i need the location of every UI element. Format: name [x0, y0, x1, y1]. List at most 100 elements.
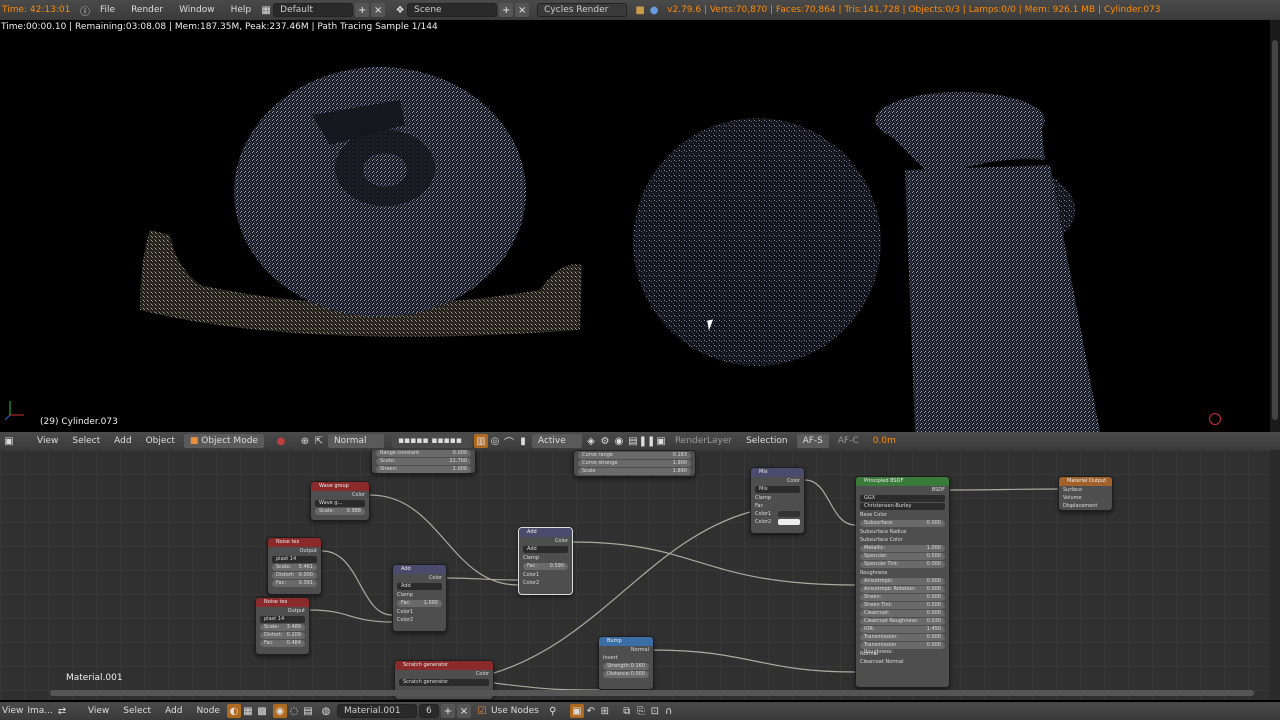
blend-mode-select[interactable]: Add — [397, 583, 442, 590]
scale-slider[interactable]: Scale: 0.988 — [315, 508, 365, 515]
pin-icon[interactable]: ⚲ — [546, 704, 560, 718]
node-header[interactable]: Add — [519, 528, 572, 537]
curve-strange-slider[interactable]: Curve strange 1.900 — [578, 460, 691, 467]
scale-slider[interactable]: Scale: 3.489 — [260, 624, 305, 631]
scene-field[interactable]: Scene — [407, 3, 498, 17]
menu-render[interactable]: Render — [123, 5, 171, 15]
magnet-icon[interactable]: ∩ — [662, 704, 676, 718]
viewport-scrollbar-thumb[interactable] — [1272, 40, 1278, 420]
editor-type-icon[interactable]: ⇄ — [55, 704, 69, 718]
snap-element-select[interactable]: Active — [531, 434, 582, 448]
fac-slider[interactable]: Fac: 0.590 — [523, 563, 568, 570]
node-material-output[interactable]: Material Output Surface Volume Displacem… — [1058, 476, 1113, 511]
node-header[interactable]: Noise tex — [256, 598, 309, 607]
node-add-1[interactable]: Add Color Add Clamp Fac: 1.000 Color1 Col… — [392, 564, 447, 632]
bsdf-input-row[interactable]: Clearcoat Normal — [856, 658, 949, 666]
scale-slider[interactable]: Scale: 21.700 — [376, 458, 471, 465]
remove-scene-button[interactable]: × — [515, 3, 530, 17]
opengl-render-icon[interactable]: ◈ — [584, 434, 598, 448]
sheen-slider[interactable]: Sheen: 1.000 — [376, 466, 471, 473]
bsdf-input-row[interactable]: Transmission: 0.000 — [860, 634, 945, 641]
node-header[interactable]: Noise tex — [268, 538, 321, 547]
bsdf-input-row[interactable]: Specular Tint: 0.000 — [860, 561, 945, 568]
use-nodes-checkbox-icon[interactable]: ☑ — [475, 704, 489, 718]
node-curve[interactable]: Curve range 0.183 Curve strange 1.900 Scal… — [573, 450, 696, 477]
bsdf-input-row[interactable]: Metallic: 1.000 — [860, 545, 945, 552]
menu-help[interactable]: Help — [223, 5, 260, 15]
compositing-type-icon[interactable]: ▩ — [255, 704, 269, 718]
node-header[interactable]: Wave group — [311, 482, 369, 491]
node-editor[interactable]: Range constant 0.000 Scale: 21.700 Sheen: 1… — [0, 450, 1270, 700]
distance-slider[interactable]: Distance: 0.000 — [603, 671, 649, 678]
texture-type-icon[interactable]: ▦ — [241, 704, 255, 718]
bsdf-input-row[interactable]: Anisotropic: 0.000 — [860, 578, 945, 585]
group-select[interactable]: Scratch generator — [399, 679, 489, 686]
lock-layer-icon[interactable]: ▥ — [473, 434, 488, 448]
3d-viewport[interactable]: Time:00:00.10 | Remaining:03:08.08 | Mem… — [0, 20, 1270, 432]
node-wave-group[interactable]: Wave group Color Wave g... Scale: 0.988 — [310, 481, 370, 521]
screen-layout-icon[interactable]: ▦ — [259, 3, 273, 17]
node-header[interactable]: Mix — [751, 468, 804, 477]
backdrop-icon[interactable]: ▣ — [569, 704, 584, 718]
node-header[interactable]: Principled BSDF — [856, 477, 949, 486]
orientation-select[interactable]: Normal — [327, 434, 384, 448]
subsurface-method-select[interactable]: Christensen-Burley — [860, 503, 945, 510]
clamp-checkbox[interactable]: Clamp — [393, 591, 446, 599]
manipulator-icon[interactable]: ⇱ — [312, 434, 326, 448]
linestyle-shader-icon[interactable]: ▤ — [301, 704, 315, 718]
selection-label[interactable]: Selection — [739, 436, 794, 446]
bsdf-input-row[interactable]: Normal — [856, 650, 949, 658]
bsdf-input-row[interactable]: Subsurface Color — [856, 536, 949, 544]
object-shader-icon[interactable]: ◉ — [272, 704, 287, 718]
layout-field[interactable]: Default — [273, 3, 354, 17]
new-material-button[interactable]: + — [440, 704, 455, 718]
node-select-menu[interactable]: Select — [116, 706, 158, 716]
menu-window[interactable]: Window — [171, 5, 223, 15]
bsdf-input-row[interactable]: IOR: 1.450 — [860, 626, 945, 633]
unlink-material-button[interactable]: × — [456, 704, 471, 718]
node-editor-vscroll[interactable] — [1270, 450, 1280, 700]
add-scene-button[interactable]: + — [499, 3, 514, 17]
pause-icon[interactable]: ❚❚ — [639, 434, 656, 448]
bsdf-input-row[interactable]: Clearcoat Roughness: 0.030 — [860, 618, 945, 625]
bsdf-input-row[interactable]: Anisotropic Rotation: 0.000 — [860, 586, 945, 593]
node-menu[interactable]: Node — [189, 706, 227, 716]
scale-slider[interactable]: Scale: 5.461 — [272, 564, 317, 571]
info-icon[interactable]: ⓘ — [78, 3, 92, 18]
bsdf-input-row[interactable]: Roughness — [856, 569, 949, 577]
bsdf-input-row[interactable]: Subsurface: 0.000 — [860, 520, 945, 527]
node-header[interactable]: Material Output — [1059, 477, 1112, 486]
go-parent-icon[interactable]: ↶ — [584, 704, 598, 718]
node-add-2[interactable]: Add Color Add Clamp Fac: 0.590 Color1 Col… — [518, 527, 573, 595]
node-editor-hscroll[interactable] — [50, 690, 1254, 696]
bsdf-input-row[interactable]: Clearcoat: 0.000 — [860, 610, 945, 617]
material-field[interactable]: Material.001 — [336, 704, 417, 718]
blend-mode-select[interactable]: Mix — [755, 486, 800, 493]
group-select[interactable]: plast 14 — [260, 616, 305, 623]
clamp-checkbox[interactable]: Clamp — [751, 494, 804, 502]
camera-icon[interactable]: ◉ — [612, 434, 626, 448]
node-view-menu[interactable]: View — [81, 706, 116, 716]
render-engine-select[interactable]: Cycles Render — [537, 3, 628, 17]
snap-icon[interactable]: ⊞ — [598, 704, 612, 718]
node-mix[interactable]: Mix Color Mix Clamp Fac Color1 Color2 — [750, 467, 805, 534]
folder-icon[interactable]: ■ — [633, 3, 647, 17]
pivot-icon[interactable]: ⊕ — [298, 434, 312, 448]
distort-slider[interactable]: Distort: 0.000 — [272, 572, 317, 579]
select-menu[interactable]: Select — [65, 436, 107, 446]
fac-slider[interactable]: Fac: 0.391 — [272, 580, 317, 587]
clamp-checkbox[interactable]: Clamp — [519, 554, 572, 562]
shader-type-icon[interactable]: ◐ — [226, 704, 241, 718]
invert-checkbox[interactable]: Invert — [599, 654, 653, 662]
distribution-select[interactable]: GGX — [860, 495, 945, 502]
editor-type-icon[interactable]: ▣ — [2, 434, 16, 448]
copy-nodes-icon[interactable]: ⧉ — [620, 704, 634, 718]
layer-buttons[interactable]: ▪▪▪▪▪ ▪▪▪▪▪ — [391, 434, 472, 448]
remove-layout-button[interactable]: × — [371, 3, 386, 17]
color1-swatch[interactable] — [778, 511, 800, 517]
bsdf-input-row[interactable]: Sheen: 0.000 — [860, 594, 945, 601]
add-layout-button[interactable]: + — [355, 3, 370, 17]
node-add-menu[interactable]: Add — [158, 706, 189, 716]
world-shader-icon[interactable]: ◌ — [287, 704, 301, 718]
bsdf-input-row[interactable]: Subsurface Radius — [856, 528, 949, 536]
